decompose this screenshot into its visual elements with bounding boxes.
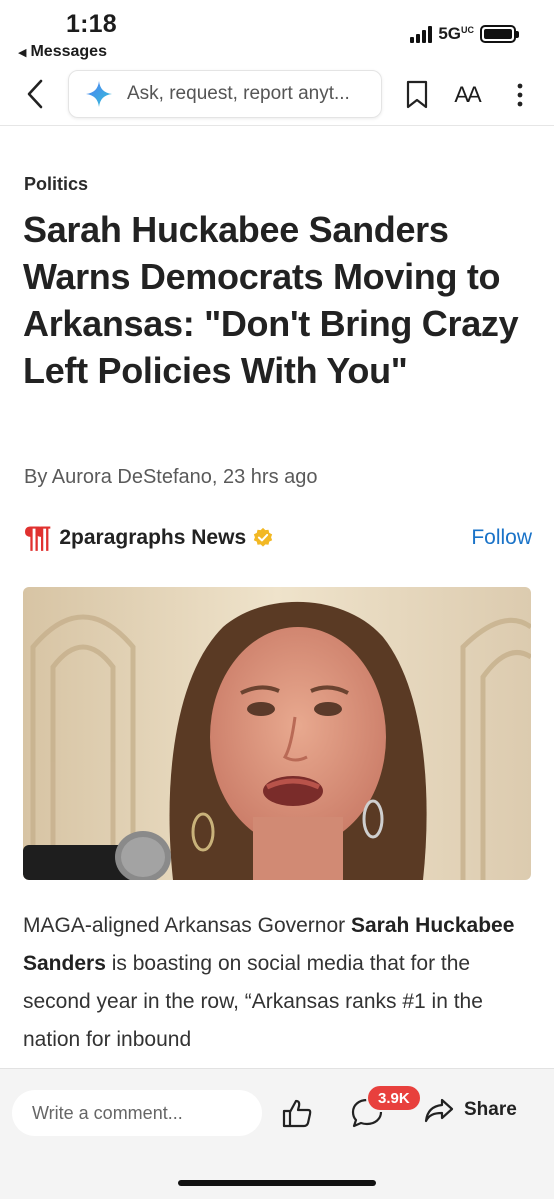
more-vertical-icon[interactable] bbox=[503, 78, 537, 112]
comment-count-badge: 3.9K bbox=[366, 1084, 422, 1112]
search-placeholder: Ask, request, report anyt... bbox=[127, 83, 350, 104]
follow-button[interactable]: Follow bbox=[471, 526, 532, 550]
sparkle-icon bbox=[86, 81, 112, 107]
source-name[interactable]: 2paragraphs News bbox=[59, 526, 246, 550]
status-indicators: 5GUC bbox=[410, 24, 519, 44]
nav-bar: Ask, request, report anyt... AA bbox=[0, 64, 554, 126]
bottom-action-bar: Write a comment... 3.9K Share bbox=[0, 1068, 554, 1199]
chevron-left-icon[interactable] bbox=[20, 78, 50, 110]
share-button[interactable]: Share bbox=[424, 1097, 517, 1123]
thumbs-up-icon[interactable] bbox=[281, 1097, 313, 1129]
status-bar: 1:18 ◀ Messages 5GUC bbox=[0, 0, 554, 64]
text-size-icon[interactable]: AA bbox=[450, 78, 484, 112]
back-to-app-link[interactable]: ◀ Messages bbox=[18, 43, 107, 61]
verified-badge-icon bbox=[253, 527, 273, 547]
status-time: 1:18 bbox=[66, 10, 117, 38]
back-triangle-icon: ◀ bbox=[18, 46, 27, 59]
source-logo[interactable]: ¶¶ bbox=[24, 523, 51, 553]
signal-icon bbox=[410, 25, 433, 43]
article-hero-image[interactable] bbox=[23, 587, 531, 880]
back-app-label: Messages bbox=[30, 43, 107, 60]
network-type: 5GUC bbox=[438, 24, 474, 43]
source-row: ¶¶ 2paragraphs News Follow bbox=[24, 520, 532, 556]
ask-search-input[interactable]: Ask, request, report anyt... bbox=[68, 70, 382, 118]
comment-input[interactable]: Write a comment... bbox=[12, 1090, 262, 1136]
battery-icon bbox=[480, 25, 519, 43]
article-headline: Sarah Huckabee Sanders Warns Democrats M… bbox=[23, 209, 519, 391]
home-indicator bbox=[178, 1180, 376, 1186]
article-body: MAGA-aligned Arkansas Governor Sarah Huc… bbox=[23, 914, 515, 1051]
article-category[interactable]: Politics bbox=[24, 174, 88, 195]
bookmark-icon[interactable] bbox=[400, 78, 434, 112]
share-label: Share bbox=[464, 1099, 517, 1120]
article-byline: By Aurora DeStefano, 23 hrs ago bbox=[24, 466, 318, 488]
share-arrow-icon bbox=[424, 1098, 454, 1123]
